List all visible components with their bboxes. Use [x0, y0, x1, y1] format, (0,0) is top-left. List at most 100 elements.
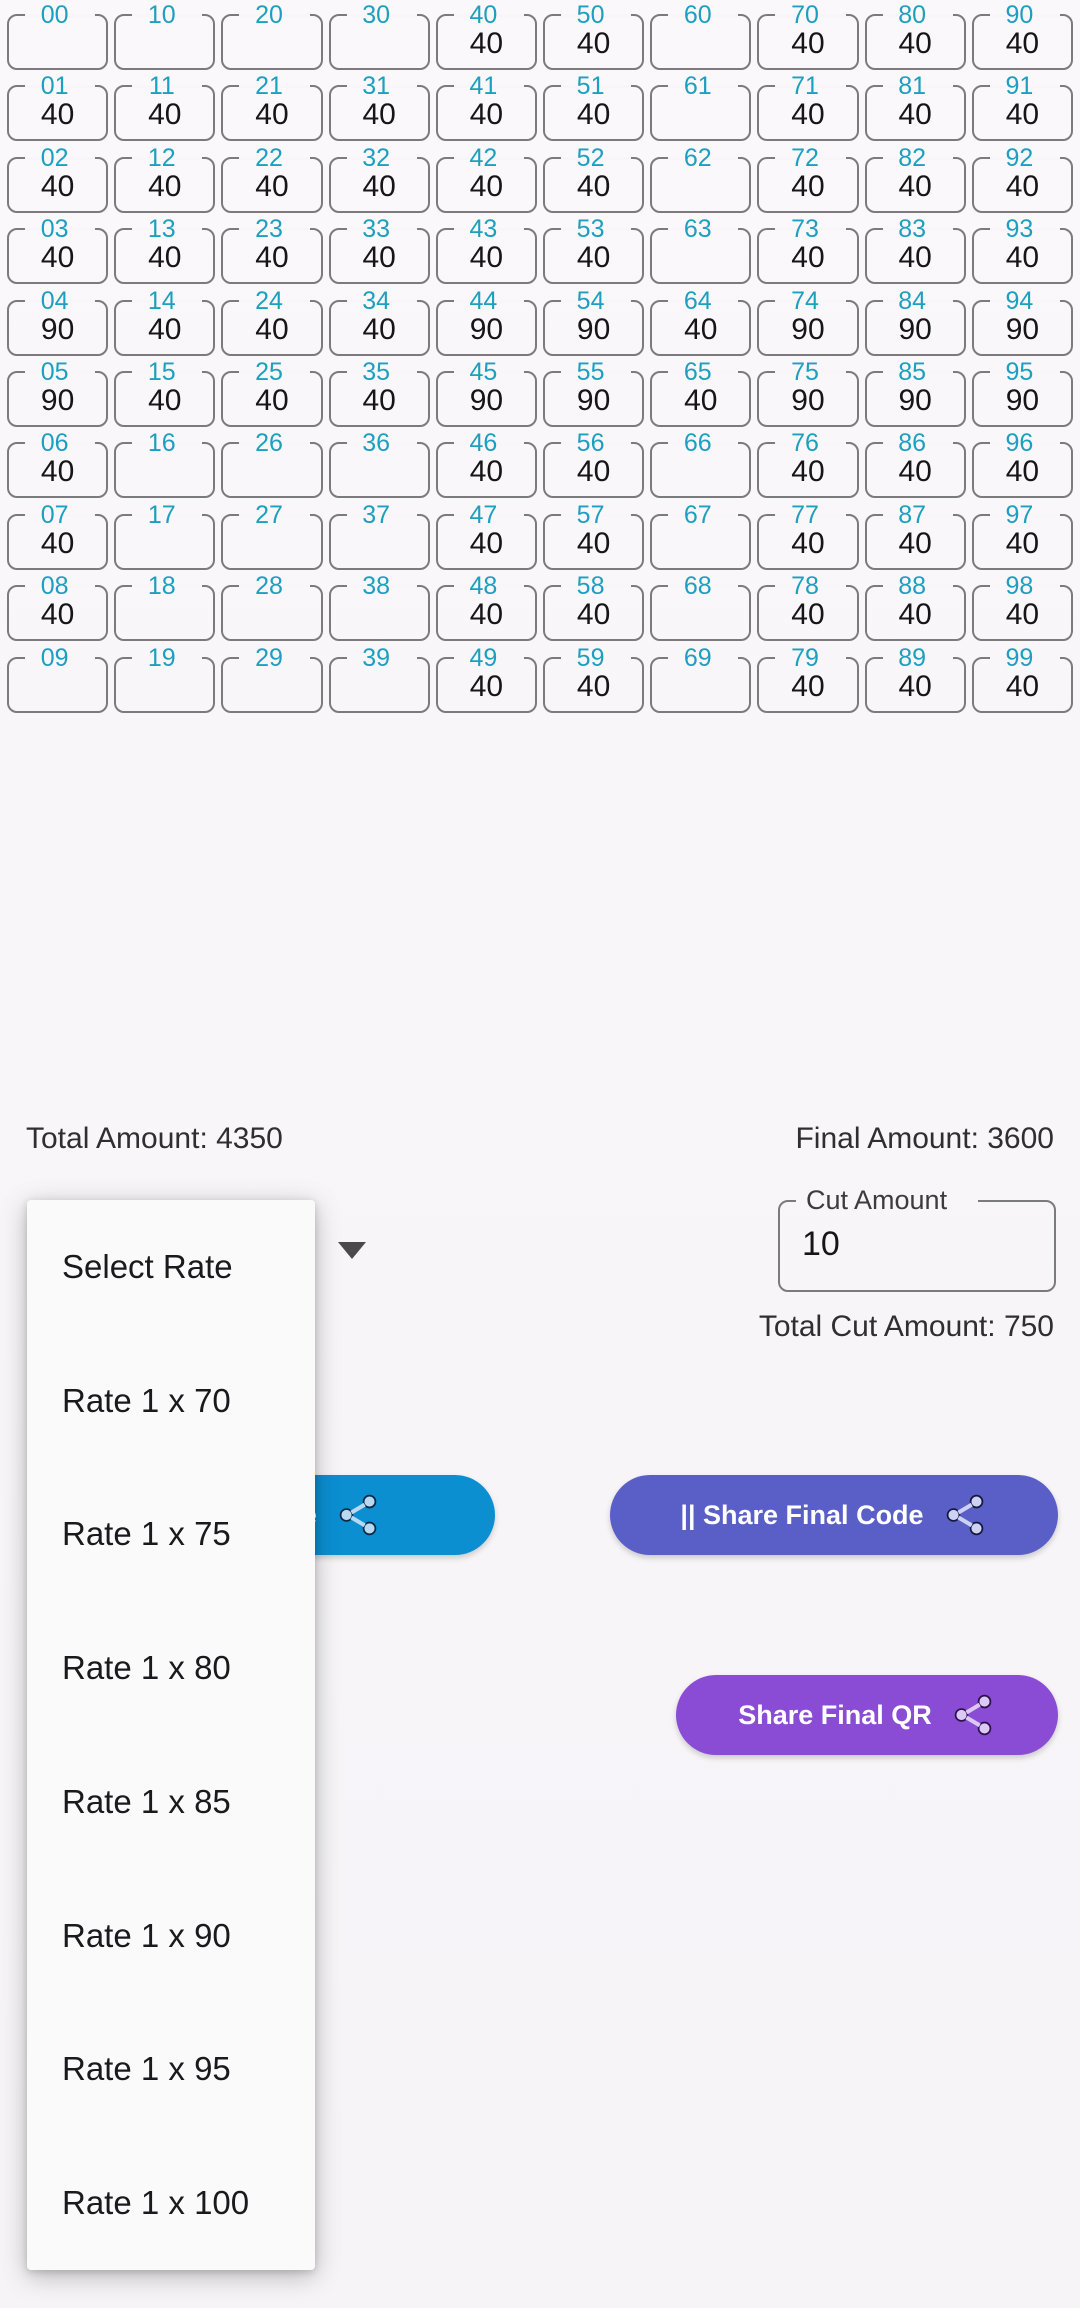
grid-cell-value[interactable]: 40	[9, 598, 106, 632]
grid-cell-field[interactable]: 96 40	[971, 430, 1073, 499]
grid-cell-value[interactable]: 40	[438, 170, 535, 204]
rate-dropdown-item[interactable]: Rate 1 x 90	[27, 1869, 315, 2003]
grid-cell-value[interactable]: 40	[438, 527, 535, 561]
grid-cell-field[interactable]: 90 40	[971, 2, 1073, 70]
grid-cell-field[interactable]: 26	[221, 430, 323, 499]
grid-cell-field[interactable]: 31 40	[328, 73, 430, 142]
grid-cell-69[interactable]: 69	[647, 645, 754, 716]
grid-cell-82[interactable]: 82 40	[862, 145, 969, 216]
grid-cell-65[interactable]: 65 40	[647, 359, 754, 430]
grid-cell-field[interactable]: 93 40	[971, 216, 1073, 285]
grid-cell-field[interactable]: 00	[7, 2, 109, 70]
grid-cell-field[interactable]: 40 40	[435, 2, 537, 70]
grid-cell-field[interactable]: 77 40	[757, 502, 859, 570]
grid-cell-07[interactable]: 07 40	[4, 502, 111, 573]
grid-cell-60[interactable]: 60	[647, 2, 754, 73]
grid-cell-43[interactable]: 43 40	[433, 216, 540, 287]
grid-cell-field[interactable]: 84 90	[864, 288, 966, 356]
grid-cell-field[interactable]: 49 40	[435, 645, 537, 713]
grid-cell-58[interactable]: 58 40	[540, 573, 647, 644]
grid-cell-value[interactable]: 40	[331, 384, 428, 418]
grid-cell-field[interactable]: 14 40	[114, 288, 216, 356]
grid-cell-value[interactable]: 40	[867, 455, 964, 489]
grid-cell-field[interactable]: 89 40	[864, 645, 966, 713]
grid-cell-50[interactable]: 50 40	[540, 2, 647, 73]
grid-cell-78[interactable]: 78 40	[754, 573, 861, 644]
grid-cell-90[interactable]: 90 40	[969, 2, 1076, 73]
grid-cell-field[interactable]: 81 40	[864, 73, 966, 142]
grid-cell-48[interactable]: 48 40	[433, 573, 540, 644]
grid-cell-value[interactable]: 40	[223, 170, 320, 204]
grid-cell-field[interactable]: 78 40	[757, 573, 859, 642]
rate-dropdown-item[interactable]: Rate 1 x 100	[27, 2136, 315, 2270]
share-final-code-button[interactable]: || Share Final Code	[610, 1475, 1058, 1555]
grid-cell-value[interactable]: 90	[438, 313, 535, 347]
grid-cell-field[interactable]: 73 40	[757, 216, 859, 285]
grid-cell-value[interactable]: 40	[9, 241, 106, 275]
grid-cell-42[interactable]: 42 40	[433, 145, 540, 216]
grid-cell-field[interactable]: 05 90	[7, 359, 109, 427]
grid-cell-value[interactable]: 90	[974, 313, 1071, 347]
grid-cell-field[interactable]: 17	[114, 502, 216, 570]
grid-cell-03[interactable]: 03 40	[4, 216, 111, 287]
grid-cell-field[interactable]: 67	[650, 502, 752, 570]
grid-cell-67[interactable]: 67	[647, 502, 754, 573]
grid-cell-72[interactable]: 72 40	[754, 145, 861, 216]
grid-cell-97[interactable]: 97 40	[969, 502, 1076, 573]
grid-cell-34[interactable]: 34 40	[326, 288, 433, 359]
grid-cell-value[interactable]: 40	[652, 384, 749, 418]
grid-cell-field[interactable]: 86 40	[864, 430, 966, 499]
rate-dropdown-item[interactable]: Rate 1 x 75	[27, 1468, 315, 1602]
grid-cell-field[interactable]: 50 40	[542, 2, 645, 70]
grid-cell-11[interactable]: 11 40	[111, 73, 218, 144]
grid-cell-value[interactable]: 40	[867, 598, 964, 632]
grid-cell-field[interactable]: 52 40	[542, 145, 645, 213]
grid-cell-value[interactable]: 40	[867, 670, 964, 704]
grid-cell-24[interactable]: 24 40	[218, 288, 325, 359]
grid-cell-field[interactable]: 45 90	[435, 359, 537, 427]
grid-cell-value[interactable]: 40	[652, 313, 749, 347]
grid-cell-field[interactable]: 83 40	[864, 216, 966, 285]
grid-cell-field[interactable]: 79 40	[757, 645, 859, 713]
grid-cell-value[interactable]: 40	[867, 170, 964, 204]
grid-cell-value[interactable]: 90	[974, 384, 1071, 418]
grid-cell-56[interactable]: 56 40	[540, 430, 647, 501]
grid-cell-73[interactable]: 73 40	[754, 216, 861, 287]
grid-cell-22[interactable]: 22 40	[218, 145, 325, 216]
grid-cell-14[interactable]: 14 40	[111, 288, 218, 359]
grid-cell-value[interactable]: 40	[9, 455, 106, 489]
grid-cell-field[interactable]: 21 40	[221, 73, 323, 142]
grid-cell-value[interactable]: 40	[9, 98, 106, 132]
grid-cell-93[interactable]: 93 40	[969, 216, 1076, 287]
grid-cell-field[interactable]: 66	[650, 430, 752, 499]
grid-cell-64[interactable]: 64 40	[647, 288, 754, 359]
grid-cell-29[interactable]: 29	[218, 645, 325, 716]
grid-cell-value[interactable]: 40	[545, 27, 642, 61]
grid-cell-field[interactable]: 23 40	[221, 216, 323, 285]
grid-cell-field[interactable]: 95 90	[971, 359, 1073, 427]
grid-cell-76[interactable]: 76 40	[754, 430, 861, 501]
grid-cell-61[interactable]: 61	[647, 73, 754, 144]
grid-cell-field[interactable]: 97 40	[971, 502, 1073, 570]
grid-cell-value[interactable]: 40	[974, 27, 1071, 61]
grid-cell-field[interactable]: 20	[221, 2, 323, 70]
grid-cell-13[interactable]: 13 40	[111, 216, 218, 287]
grid-cell-field[interactable]: 46 40	[435, 430, 537, 499]
grid-cell-field[interactable]: 07 40	[7, 502, 109, 570]
grid-cell-98[interactable]: 98 40	[969, 573, 1076, 644]
grid-cell-value[interactable]: 40	[759, 27, 856, 61]
grid-cell-39[interactable]: 39	[326, 645, 433, 716]
grid-cell-value[interactable]: 40	[223, 313, 320, 347]
grid-cell-field[interactable]: 15 40	[114, 359, 216, 427]
grid-cell-49[interactable]: 49 40	[433, 645, 540, 716]
grid-cell-value[interactable]: 40	[223, 98, 320, 132]
grid-cell-77[interactable]: 77 40	[754, 502, 861, 573]
grid-cell-85[interactable]: 85 90	[862, 359, 969, 430]
grid-cell-99[interactable]: 99 40	[969, 645, 1076, 716]
grid-cell-value[interactable]: 40	[867, 98, 964, 132]
grid-cell-field[interactable]: 04 90	[7, 288, 109, 356]
grid-cell-field[interactable]: 69	[650, 645, 752, 713]
grid-cell-36[interactable]: 36	[326, 430, 433, 501]
grid-cell-field[interactable]: 61	[650, 73, 752, 142]
grid-cell-87[interactable]: 87 40	[862, 502, 969, 573]
